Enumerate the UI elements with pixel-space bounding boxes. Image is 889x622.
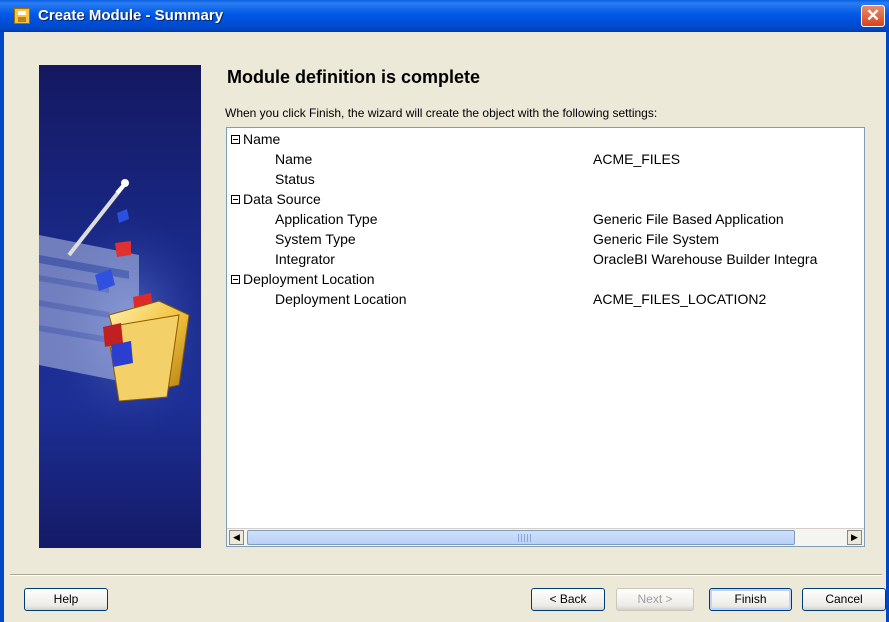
tree-item-label: Name [275,151,313,167]
close-button[interactable]: ✕ [861,5,885,27]
scroll-thumb[interactable] [247,530,795,545]
tree-item-value: OracleBI Warehouse Builder Integra [593,251,818,267]
window-border-left [0,32,4,622]
window-title: Create Module - Summary [38,7,224,24]
group-label: Deployment Location [243,271,375,287]
tree-item-value: Generic File Based Application [593,211,784,227]
tree-group-data-source[interactable]: Data Source [231,190,321,208]
scroll-left-button[interactable]: ◀ [229,530,244,545]
wizard-illustration [39,65,201,548]
grip-icon [518,534,532,542]
app-icon [14,8,30,24]
group-label: Data Source [243,191,321,207]
summary-tree[interactable]: Name Name ACME_FILES Status Data Source … [226,127,865,547]
help-button[interactable]: Help [24,588,108,611]
tree-item-label: System Type [275,231,356,247]
footer-separator [10,574,882,576]
next-button[interactable]: Next > [616,588,694,611]
tree-group-name[interactable]: Name [231,130,280,148]
cancel-button[interactable]: Cancel [802,588,886,611]
page-heading: Module definition is complete [227,67,481,87]
horizontal-scrollbar[interactable]: ◀ ▶ [227,528,864,546]
finish-button[interactable]: Finish [709,588,792,611]
tree-item-value: ACME_FILES [593,151,681,167]
title-bar: Create Module - Summary ✕ [0,0,889,32]
collapse-icon[interactable] [231,274,240,284]
tree-item-label: Status [275,171,315,187]
tree-item-label: Application Type [275,211,378,227]
tree-item-label: Integrator [275,251,335,267]
back-button[interactable]: < Back [531,588,605,611]
group-label: Name [243,131,281,147]
tree-item-value: Generic File System [593,231,720,247]
collapse-icon[interactable] [231,134,240,144]
scroll-right-button[interactable]: ▶ [847,530,862,545]
collapse-icon[interactable] [231,194,240,204]
tree-item-label: Deployment Location [275,291,407,307]
tree-group-deployment-location[interactable]: Deployment Location [231,270,375,288]
tree-item-value: ACME_FILES_LOCATION2 [593,291,767,307]
intro-text: When you click Finish, the wizard will c… [225,106,658,120]
